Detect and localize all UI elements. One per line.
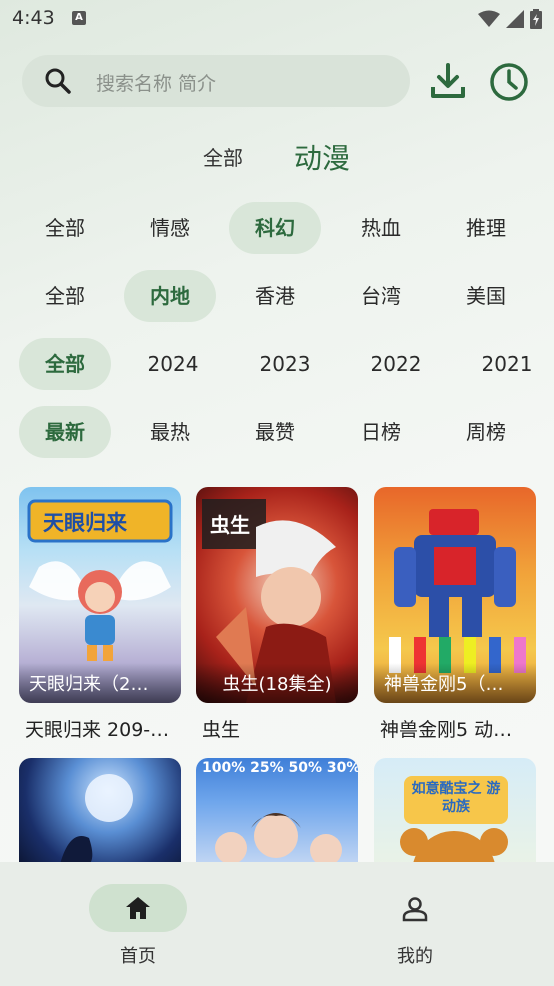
tab-all[interactable]: 全部: [203, 142, 243, 171]
poster-image[interactable]: 天眼归来 天眼归来（2…: [19, 487, 181, 703]
person-icon[interactable]: [402, 896, 428, 922]
card-title[interactable]: 天眼归来 209-…: [25, 715, 179, 742]
poster-caption: 虫生(18集全): [196, 663, 358, 703]
status-bar: 4:43 A: [0, 0, 554, 38]
year-chip-2022[interactable]: 2022: [350, 338, 442, 390]
sort-chip-most-liked[interactable]: 最赞: [229, 406, 321, 458]
region-chip-taiwan[interactable]: 台湾: [335, 270, 427, 322]
year-chip-2021[interactable]: 2021: [461, 338, 553, 390]
download-icon[interactable]: [428, 61, 468, 101]
battery-icon: [530, 9, 542, 29]
genre-chip-scifi[interactable]: 科幻: [229, 202, 321, 254]
genre-chip-emotion[interactable]: 情感: [124, 202, 216, 254]
poster-title-text: 如意酷宝之 游动族: [411, 781, 501, 815]
status-icons: [478, 9, 542, 29]
search-icon: [45, 68, 71, 94]
year-chip-all[interactable]: 全部: [19, 338, 111, 390]
notification-icon: A: [72, 11, 86, 25]
region-chip-mainland[interactable]: 内地: [124, 270, 216, 322]
year-chip-2023[interactable]: 2023: [239, 338, 331, 390]
bottom-nav: 首页 我的: [0, 862, 554, 986]
poster-image[interactable]: 虫生 虫生(18集全): [196, 487, 358, 703]
card-title[interactable]: 虫生: [202, 715, 356, 742]
tab-anime[interactable]: 动漫: [294, 137, 350, 177]
poster-image[interactable]: 如意酷宝之 游动族: [374, 758, 536, 868]
poster-image[interactable]: 神兽金刚5（…: [374, 487, 536, 703]
poster-caption: 神兽金刚5（…: [374, 663, 536, 703]
sort-chip-hottest[interactable]: 最热: [124, 406, 216, 458]
history-icon[interactable]: [488, 61, 530, 103]
nav-home-button[interactable]: [89, 884, 187, 932]
region-chip-hongkong[interactable]: 香港: [229, 270, 321, 322]
poster-caption: 天眼归来（2…: [19, 663, 181, 703]
card-title[interactable]: 神兽金刚5 动…: [380, 715, 534, 742]
poster-art: [59, 774, 133, 868]
wifi-icon: [478, 10, 500, 27]
region-chip-usa[interactable]: 美国: [440, 270, 532, 322]
poster-title-text: 天眼归来: [43, 511, 127, 535]
home-icon: [126, 897, 150, 919]
sort-chip-weekly[interactable]: 周榜: [440, 406, 532, 458]
signal-icon: [506, 10, 524, 28]
poster-title-text: 100% 25% 50% 30%: [202, 760, 358, 776]
status-time: 4:43: [12, 7, 55, 29]
poster-title-text: 虫生: [210, 513, 250, 537]
year-chip-2024[interactable]: 2024: [127, 338, 219, 390]
poster-image[interactable]: 100% 25% 50% 30%: [196, 758, 358, 868]
region-chip-all[interactable]: 全部: [19, 270, 111, 322]
sort-chip-newest[interactable]: 最新: [19, 406, 111, 458]
nav-home-label[interactable]: 首页: [120, 942, 156, 968]
genre-chip-mystery[interactable]: 推理: [440, 202, 532, 254]
genre-chip-hot-blood[interactable]: 热血: [335, 202, 427, 254]
nav-profile-label[interactable]: 我的: [397, 942, 433, 968]
genre-chip-all[interactable]: 全部: [19, 202, 111, 254]
sort-chip-daily[interactable]: 日榜: [335, 406, 427, 458]
poster-image[interactable]: [19, 758, 181, 868]
search-placeholder[interactable]: 搜索名称 简介: [96, 69, 216, 96]
search-box[interactable]: 搜索名称 简介: [22, 55, 410, 107]
